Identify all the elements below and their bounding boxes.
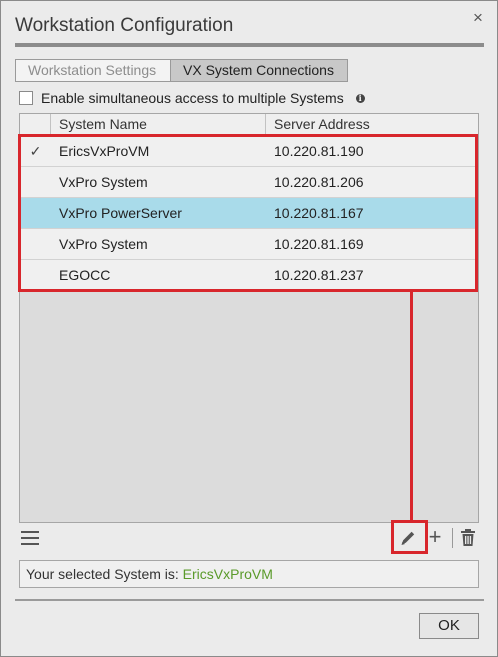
table-row[interactable]: EGOCC 10.220.81.237: [20, 260, 478, 291]
annotation-connector-line: [410, 292, 413, 521]
trash-icon[interactable]: [460, 529, 476, 547]
server-address-cell: 10.220.81.169: [274, 236, 364, 252]
table-row-selected[interactable]: VxPro PowerServer 10.220.81.167: [20, 198, 478, 229]
pencil-edit-icon[interactable]: [398, 529, 418, 547]
system-name-cell: VxPro System: [59, 174, 148, 190]
title-divider: [15, 43, 484, 47]
system-name-cell: EricsVxProVM: [59, 143, 150, 159]
dialog-title: Workstation Configuration: [15, 15, 234, 36]
add-system-button[interactable]: +: [427, 526, 443, 548]
column-header-check: [20, 114, 51, 135]
system-name-cell: VxPro PowerServer: [59, 205, 182, 221]
server-address-cell: 10.220.81.206: [274, 174, 364, 190]
simultaneous-access-checkbox[interactable]: [19, 91, 33, 105]
status-value: EricsVxProVM: [182, 566, 273, 582]
table-row[interactable]: VxPro System 10.220.81.206: [20, 167, 478, 198]
server-address-cell: 10.220.81.237: [274, 267, 364, 283]
status-label: Your selected System is:: [26, 566, 183, 582]
tab-workstation-settings[interactable]: Workstation Settings: [15, 59, 171, 82]
server-address-cell: 10.220.81.167: [274, 205, 364, 221]
tab-vx-system-connections[interactable]: VX System Connections: [171, 59, 348, 82]
system-name-cell: VxPro System: [59, 236, 148, 252]
system-name-cell: EGOCC: [59, 267, 111, 283]
info-icon[interactable]: i: [355, 93, 365, 103]
table-row[interactable]: VxPro System 10.220.81.169: [20, 229, 478, 260]
server-address-cell: 10.220.81.190: [274, 143, 364, 159]
close-icon[interactable]: ×: [471, 9, 485, 26]
toolbar-divider: [452, 528, 453, 548]
ok-button[interactable]: OK: [419, 613, 479, 639]
selected-system-status: Your selected System is: EricsVxProVM: [19, 560, 479, 588]
tab-bar: Workstation Settings VX System Connectio…: [15, 59, 348, 82]
column-header-server-address[interactable]: Server Address: [266, 114, 478, 135]
checkmark-icon: ✓: [29, 142, 42, 159]
simultaneous-access-row: Enable simultaneous access to multiple S…: [19, 89, 365, 107]
hamburger-menu-icon[interactable]: [21, 531, 39, 545]
workstation-configuration-dialog: Workstation Configuration × Workstation …: [0, 0, 498, 657]
table-header: System Name Server Address: [20, 114, 478, 135]
simultaneous-access-label[interactable]: Enable simultaneous access to multiple S…: [41, 90, 344, 106]
table-body: ✓ EricsVxProVM 10.220.81.190 VxPro Syste…: [20, 136, 478, 291]
table-row[interactable]: ✓ EricsVxProVM 10.220.81.190: [20, 136, 478, 167]
column-header-system-name[interactable]: System Name: [51, 114, 266, 135]
footer-divider: [15, 599, 484, 601]
